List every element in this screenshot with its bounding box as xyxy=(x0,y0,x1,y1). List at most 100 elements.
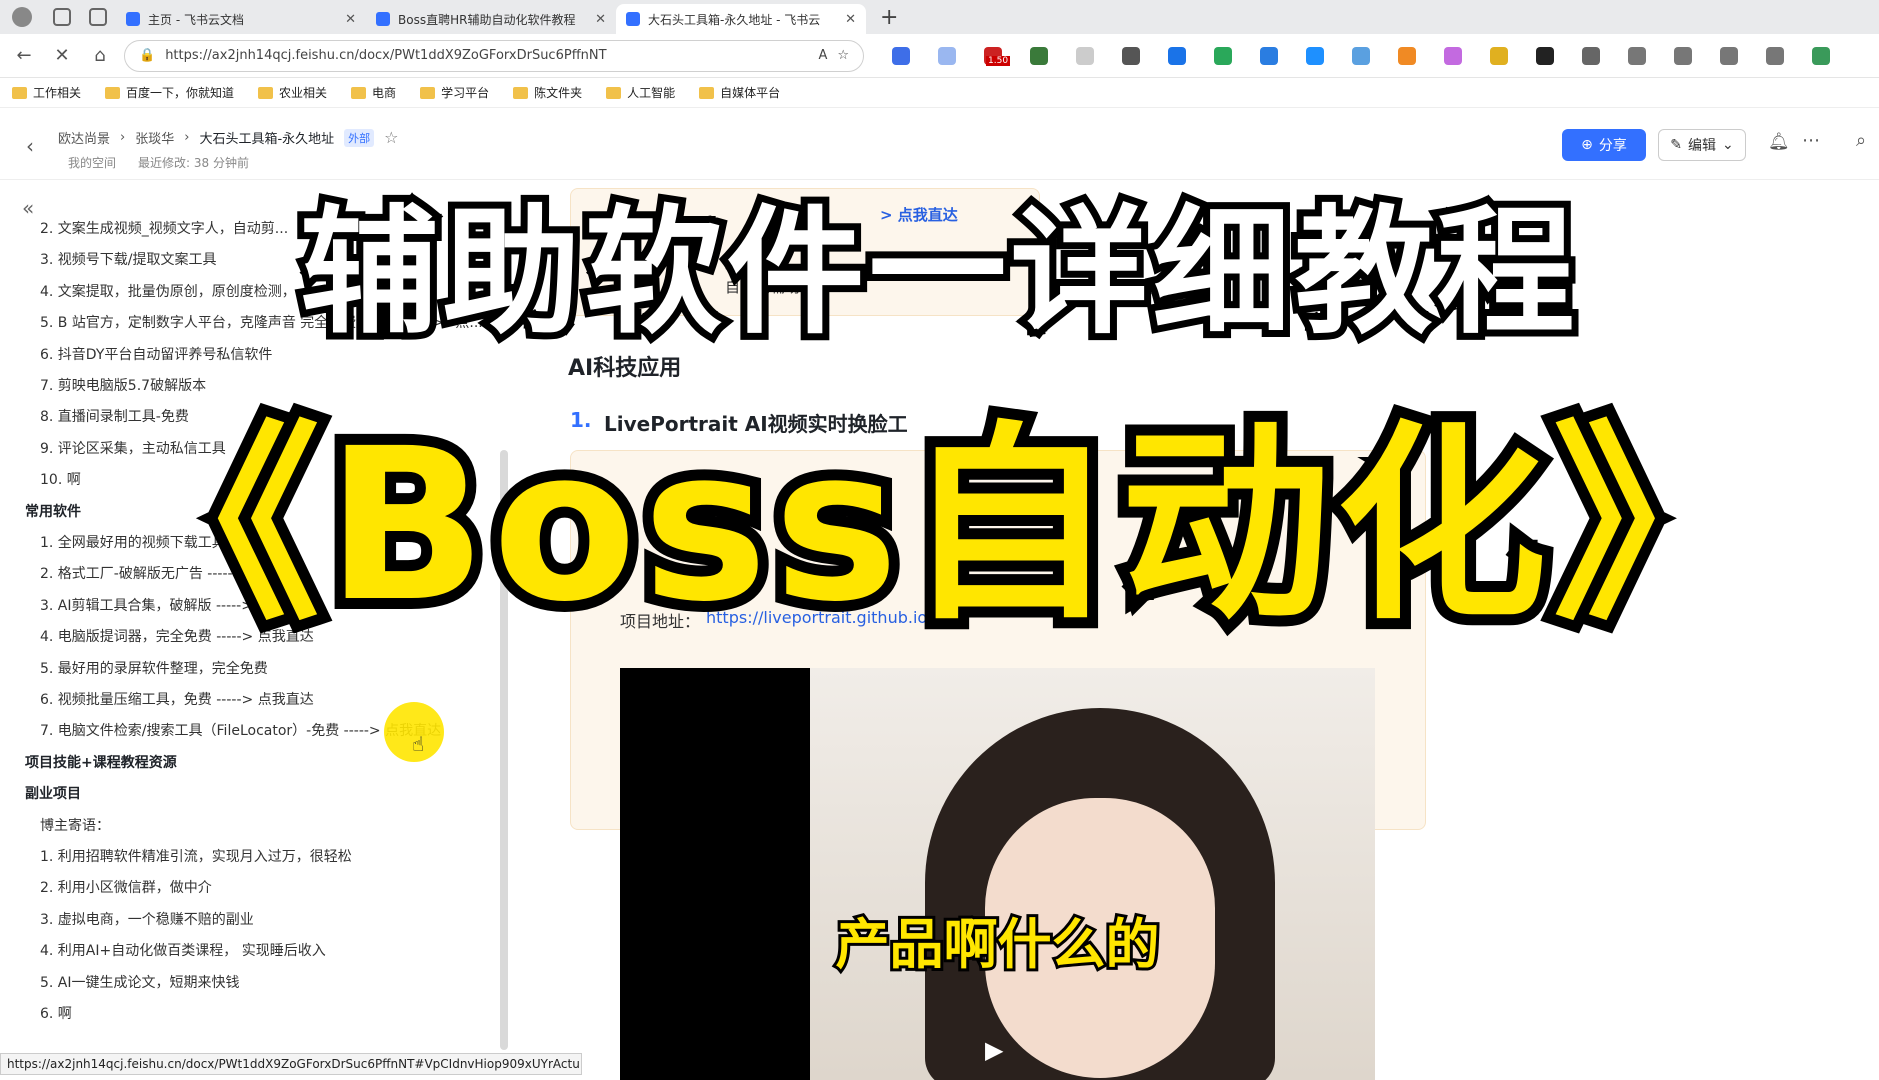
bookmark-label: 自媒体平台 xyxy=(720,86,781,100)
read-aloud-icon[interactable]: A xyxy=(818,48,827,63)
reload-icon[interactable]: ✕ xyxy=(48,42,76,70)
lock-icon: 🔒 xyxy=(139,48,156,63)
bookmark-label: 电商 xyxy=(372,86,397,100)
overlay-title-line2: 《Boss自动化》 xyxy=(99,392,1773,659)
extension-icon[interactable] xyxy=(1352,46,1370,65)
downloads-icon[interactable] xyxy=(1766,46,1784,65)
browser-tab[interactable]: 主页 - 飞书云文档 ✕ xyxy=(116,4,366,34)
video-player[interactable]: ▶ xyxy=(620,668,1375,1080)
outline-item[interactable]: 2. 利用小区微信群，做中介 xyxy=(40,877,212,897)
back-arrow-icon[interactable]: ‹ xyxy=(26,134,34,158)
overlay-title-line1: 辅助软件一详细教程 xyxy=(293,185,1581,360)
extension-icon[interactable] xyxy=(1076,46,1094,65)
folder-icon xyxy=(513,86,529,99)
tab-favicon-icon xyxy=(626,12,640,26)
tab-favicon-icon xyxy=(376,12,390,26)
extension-badge-icon[interactable]: 1.50 xyxy=(984,46,1011,66)
browser-tab[interactable]: 大石头工具箱-永久地址 - 飞书云 ✕ xyxy=(616,4,866,34)
folder-icon xyxy=(105,86,121,99)
outline-item[interactable]: 6. 啊 xyxy=(40,1003,72,1023)
extension-icon[interactable] xyxy=(1122,46,1140,65)
outline-heading[interactable]: 副业项目 xyxy=(25,783,81,803)
extension-icon[interactable] xyxy=(892,46,910,65)
outline-item[interactable]: 1. 利用招聘软件精准引流，实现月入过万，很轻松 xyxy=(40,846,352,866)
bookmark-item[interactable]: 工作相关 xyxy=(12,84,81,101)
bookmark-label: 农业相关 xyxy=(279,86,328,100)
outline-heading[interactable]: 项目技能+课程教程资源 xyxy=(25,752,177,772)
split-screen-icon[interactable] xyxy=(1628,46,1646,65)
bookmark-item[interactable]: 学习平台 xyxy=(420,84,489,101)
extensions-puzzle-icon[interactable] xyxy=(1582,46,1600,65)
profile-icon[interactable] xyxy=(12,7,32,27)
edit-label: 编辑 xyxy=(1688,138,1716,154)
outline-item[interactable]: 6. 视频批量压缩工具，免费 -----> 点我直达 xyxy=(40,689,314,709)
tab-title: 大石头工具箱-永久地址 - 飞书云 xyxy=(648,12,821,27)
edit-button[interactable]: ✎ 编辑 ⌄ xyxy=(1658,129,1746,161)
extension-icon[interactable] xyxy=(1306,46,1324,65)
back-icon[interactable]: ← xyxy=(10,42,38,70)
bell-icon[interactable]: 🔔︎ xyxy=(1768,132,1790,152)
bookmark-item[interactable]: 百度一下，你就知道 xyxy=(105,84,234,101)
workspaces-icon[interactable] xyxy=(53,8,71,26)
chevron-right-icon: › xyxy=(184,130,190,145)
outline-item[interactable]: 3. 虚拟电商，一个稳赚不赔的副业 xyxy=(40,909,254,929)
mouse-cursor-icon: ☝ xyxy=(412,732,425,756)
collections-icon[interactable] xyxy=(1720,46,1738,65)
close-tab-icon[interactable]: ✕ xyxy=(345,12,356,27)
new-tab-button[interactable]: + xyxy=(880,5,898,30)
share-button[interactable]: ⊕ 分享 xyxy=(1562,129,1646,161)
share-label: 分享 xyxy=(1598,138,1627,154)
bookmark-item[interactable]: 电商 xyxy=(351,84,396,101)
bookmark-item[interactable]: 自媒体平台 xyxy=(699,84,780,101)
outline-item[interactable]: 博主寄语： xyxy=(40,815,110,835)
search-icon[interactable]: ⌕ xyxy=(1856,130,1866,151)
folder-icon xyxy=(699,86,715,99)
video-subtitle: 产品啊什么的 xyxy=(833,910,1163,979)
folder-icon xyxy=(258,86,274,99)
copilot-icon[interactable] xyxy=(1812,46,1830,65)
browser-tab[interactable]: Boss直聘HR辅助自动化软件教程 ✕ xyxy=(366,4,616,34)
play-icon[interactable]: ▶ xyxy=(985,1036,1003,1064)
bookmark-label: 工作相关 xyxy=(33,86,82,100)
status-url-bar: https://ax2jnh14qcj.feishu.cn/docx/PWt1d… xyxy=(0,1053,582,1075)
breadcrumb: 欧达尚景 › 张琰华 › 大石头工具箱-永久地址 外部 ☆ xyxy=(58,128,398,147)
close-tab-icon[interactable]: ✕ xyxy=(595,12,606,27)
star-icon[interactable]: ☆ xyxy=(384,128,398,147)
close-tab-icon[interactable]: ✕ xyxy=(845,12,856,27)
outline-item[interactable]: 5. 最好用的录屏软件整理，完全免费 xyxy=(40,658,268,678)
tab-title: 主页 - 飞书云文档 xyxy=(148,12,244,27)
extension-icon[interactable] xyxy=(1168,46,1186,65)
tab-title: Boss直聘HR辅助自动化软件教程 xyxy=(398,12,576,27)
extension-icon[interactable] xyxy=(1444,46,1462,65)
outline-item[interactable]: 5. AI一键生成论文，短期来快钱 xyxy=(40,972,240,992)
address-bar-row: ← ✕ ⌂ 🔒 https://ax2jnh14qcj.feishu.cn/do… xyxy=(0,34,1879,78)
bookmark-label: 人工智能 xyxy=(627,86,676,100)
favorite-star-icon[interactable]: ☆ xyxy=(837,48,849,63)
tab-actions-icon[interactable] xyxy=(89,8,107,26)
bookmark-item[interactable]: 农业相关 xyxy=(258,84,327,101)
breadcrumb-item[interactable]: 欧达尚景 xyxy=(58,128,110,147)
outline-item[interactable]: 4. 利用AI+自动化做百类课程， 实现睡后收入 xyxy=(40,940,326,960)
extension-icon[interactable] xyxy=(1214,46,1232,65)
favorites-icon[interactable] xyxy=(1674,46,1692,65)
tab-favicon-icon xyxy=(126,12,140,26)
breadcrumb-item[interactable]: 张琰华 xyxy=(135,128,174,147)
extension-icon[interactable] xyxy=(938,46,956,65)
bookmark-label: 百度一下，你就知道 xyxy=(126,86,235,100)
bookmark-label: 学习平台 xyxy=(441,86,490,100)
browser-tab-bar: 主页 - 飞书云文档 ✕ Boss直聘HR辅助自动化软件教程 ✕ 大石头工具箱-永久地址… xyxy=(0,0,1879,34)
bookmark-item[interactable]: 陈文件夹 xyxy=(513,84,582,101)
url-field[interactable]: 🔒 https://ax2jnh14qcj.feishu.cn/docx/PWt… xyxy=(124,39,864,72)
extension-icon[interactable] xyxy=(1398,46,1416,65)
external-tag: 外部 xyxy=(344,128,375,147)
download-ext-icon[interactable] xyxy=(1260,46,1278,65)
bookmark-item[interactable]: 人工智能 xyxy=(606,84,675,101)
extension-icon[interactable] xyxy=(1490,46,1508,65)
extension-badge: 1.50 xyxy=(986,55,1011,66)
home-icon[interactable]: ⌂ xyxy=(86,42,114,70)
extension-icon[interactable] xyxy=(1536,46,1554,65)
outline-item[interactable]: 7. 电脑文件检索/搜索工具（FileLocator）-免费 -----> 点我… xyxy=(40,720,441,740)
extension-icon[interactable] xyxy=(1030,46,1048,65)
more-icon[interactable]: ⋯ xyxy=(1802,130,1820,151)
breadcrumb-current[interactable]: 大石头工具箱-永久地址 xyxy=(199,128,334,147)
